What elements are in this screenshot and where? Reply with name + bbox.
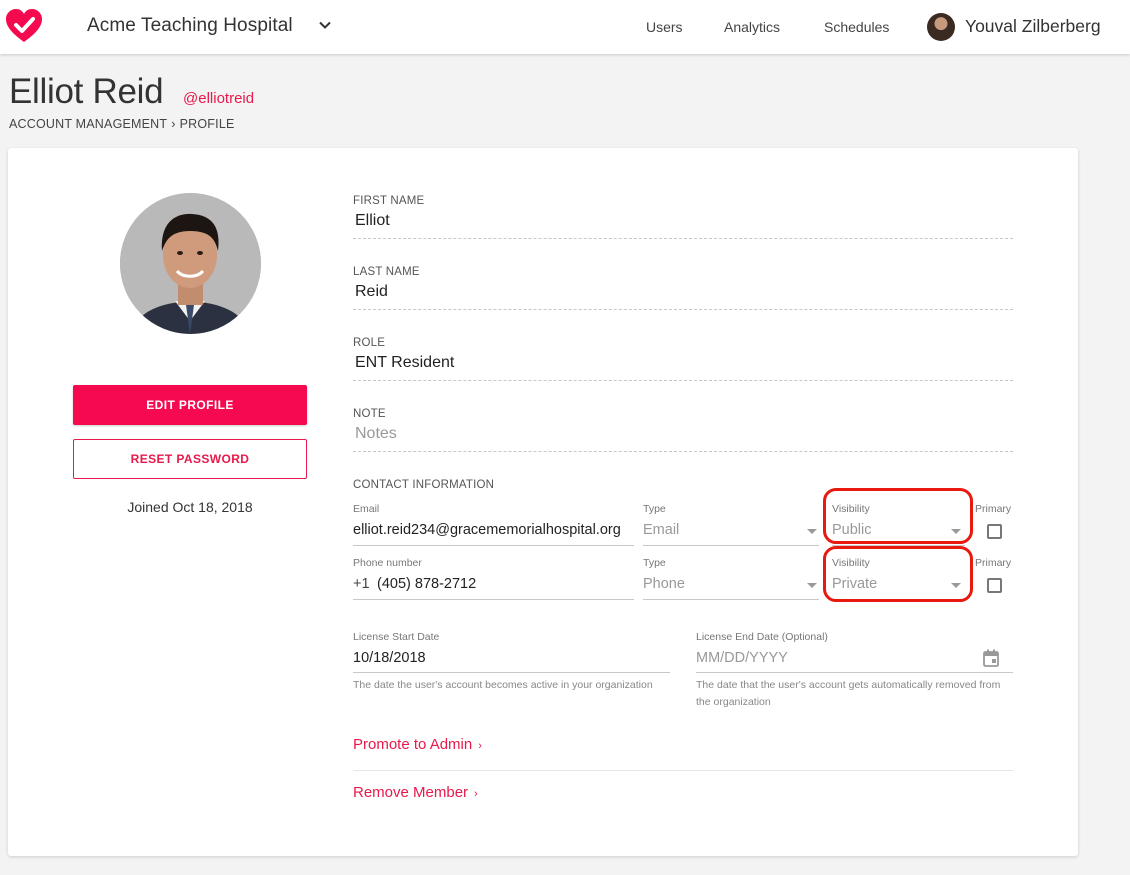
phone-type-dropdown-icon[interactable] — [807, 583, 817, 588]
calendar-icon[interactable] — [983, 649, 999, 667]
user-avatar[interactable] — [927, 13, 955, 41]
breadcrumb: ACCOUNT MANAGEMENT › PROFILE — [9, 117, 235, 131]
user-name[interactable]: Youval Zilberberg — [965, 16, 1101, 37]
visibility-highlight-email — [823, 488, 973, 544]
license-start-underline — [353, 672, 670, 673]
reset-password-button[interactable]: RESET PASSWORD — [73, 439, 307, 479]
profile-card: EDIT PROFILE RESET PASSWORD Joined Oct 1… — [8, 148, 1078, 856]
last-name-value[interactable]: Reid — [353, 283, 1013, 305]
role-field[interactable]: ROLE ENT Resident — [353, 337, 1013, 381]
phone-type-label: Type — [643, 557, 666, 569]
phone-type-underline — [643, 599, 819, 600]
email-underline — [353, 545, 634, 546]
user-handle: @elliotreid — [183, 90, 255, 107]
phone-country-code[interactable]: +1 — [353, 576, 370, 592]
chevron-right-icon: › — [478, 740, 482, 752]
last-name-field[interactable]: LAST NAME Reid — [353, 266, 1013, 310]
actions-divider — [353, 770, 1013, 771]
phone-underline — [353, 599, 634, 600]
license-end-input[interactable]: MM/DD/YYYY — [696, 650, 788, 666]
phone-primary-checkbox[interactable] — [987, 578, 1002, 593]
last-name-label: LAST NAME — [353, 266, 420, 278]
email-input[interactable]: elliot.reid234@gracememorialhospital.org — [353, 522, 621, 538]
edit-profile-button[interactable]: EDIT PROFILE — [73, 385, 307, 425]
email-primary-label: Primary — [975, 503, 1012, 515]
promote-to-admin-link[interactable]: Promote to Admin › — [353, 736, 482, 753]
first-name-underline — [353, 238, 1013, 239]
role-underline — [353, 380, 1013, 381]
page-title: Elliot Reid — [9, 72, 164, 111]
email-primary-checkbox[interactable] — [987, 524, 1002, 539]
breadcrumb-profile: PROFILE — [179, 117, 235, 131]
remove-member-link[interactable]: Remove Member › — [353, 784, 478, 801]
note-placeholder[interactable]: Notes — [353, 425, 1013, 447]
chevron-down-icon[interactable] — [318, 18, 332, 32]
role-value[interactable]: ENT Resident — [353, 354, 1013, 376]
license-start-helper: The date the user's account becomes acti… — [353, 679, 653, 691]
license-end-underline — [696, 672, 1013, 673]
profile-photo — [120, 193, 261, 334]
note-label: NOTE — [353, 408, 386, 420]
last-name-underline — [353, 309, 1013, 310]
phone-type-select[interactable]: Phone — [643, 576, 685, 592]
remove-member-label: Remove Member — [353, 784, 469, 801]
license-start-label: License Start Date — [353, 631, 440, 643]
phone-input[interactable]: (405) 878-2712 — [377, 576, 476, 592]
email-type-select[interactable]: Email — [643, 522, 679, 538]
org-switcher-label[interactable]: Acme Teaching Hospital — [87, 15, 293, 37]
email-type-label: Type — [643, 503, 666, 515]
joined-date: Joined Oct 18, 2018 — [127, 499, 253, 515]
note-field[interactable]: NOTE Notes — [353, 408, 1013, 452]
top-bar: Acme Teaching Hospital Users Analytics S… — [0, 0, 1130, 54]
contact-section-label: CONTACT INFORMATION — [353, 479, 495, 491]
nav-users[interactable]: Users — [646, 19, 683, 35]
chevron-right-icon: › — [474, 788, 478, 800]
first-name-label: FIRST NAME — [353, 195, 425, 207]
license-start-input[interactable]: 10/18/2018 — [353, 650, 426, 666]
first-name-value[interactable]: Elliot — [353, 212, 1013, 234]
phone-primary-label: Primary — [975, 557, 1012, 569]
email-type-underline — [643, 545, 819, 546]
nav-schedules[interactable]: Schedules — [824, 19, 889, 35]
visibility-highlight-phone — [823, 546, 973, 602]
nav-analytics[interactable]: Analytics — [724, 19, 780, 35]
email-type-dropdown-icon[interactable] — [807, 529, 817, 534]
breadcrumb-account-management[interactable]: ACCOUNT MANAGEMENT — [9, 117, 167, 131]
role-label: ROLE — [353, 337, 386, 349]
promote-to-admin-label: Promote to Admin — [353, 736, 473, 753]
heart-check-logo-icon[interactable] — [5, 8, 43, 44]
email-label: Email — [353, 503, 380, 515]
first-name-field[interactable]: FIRST NAME Elliot — [353, 195, 1013, 239]
note-underline — [353, 451, 1013, 452]
breadcrumb-separator-icon: › — [171, 117, 176, 131]
license-end-helper: The date that the user's account gets au… — [696, 679, 1001, 708]
license-end-label: License End Date (Optional) — [696, 631, 828, 643]
phone-label: Phone number — [353, 557, 422, 569]
